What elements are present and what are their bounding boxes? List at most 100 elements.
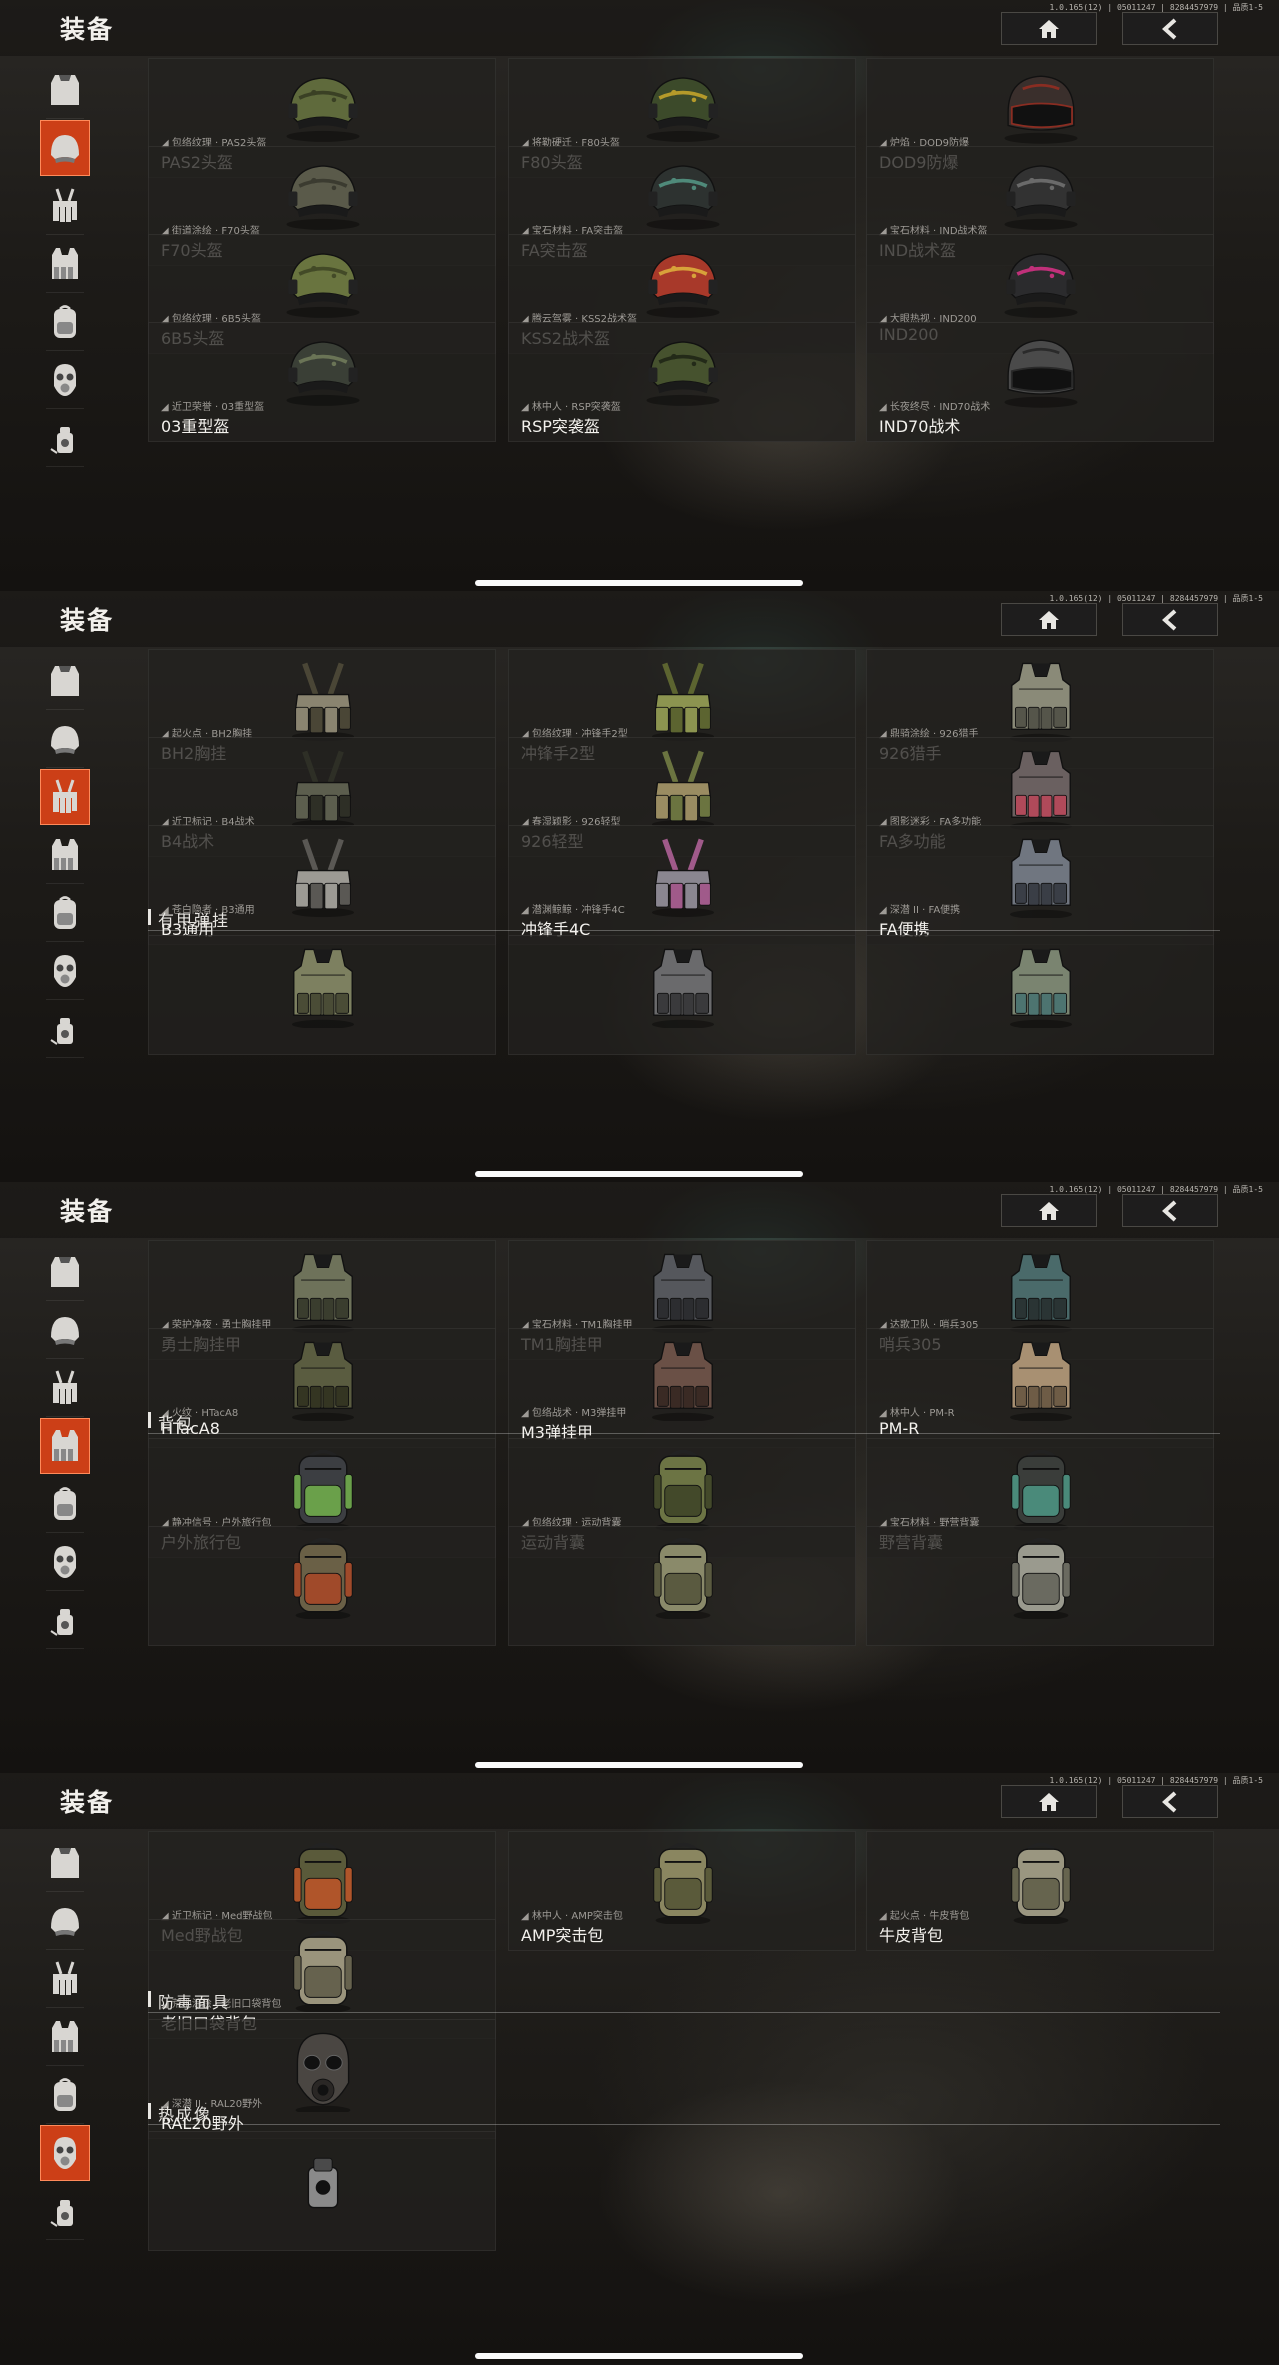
item-name: 牛皮背包 [879,1926,944,1945]
gas-mask-icon [45,1543,85,1581]
thermal-icon [45,1601,85,1639]
equipment-card[interactable] [508,1526,856,1646]
sidebar-item-gas-mask[interactable] [40,352,90,409]
back-button[interactable] [1122,603,1218,636]
screen-panel: 装备 1.0.165(12) | 05011247 | 8284457979 | … [0,0,1279,591]
section-title: 热成像 [158,2105,213,2124]
sidebar-item-thermal[interactable] [40,2183,90,2240]
home-button[interactable] [1001,12,1097,45]
sidebar-item-gas-mask[interactable] [40,1534,90,1591]
item-name: RSP突袭盔 [521,417,600,436]
sidebar-item-armored-rig[interactable] [40,827,90,884]
section-marker [148,1991,151,2007]
equipment-card[interactable] [148,2131,496,2251]
vest-icon [45,1253,85,1291]
home-icon [1038,610,1060,630]
sidebar-item-armored-rig[interactable] [40,1418,90,1474]
home-button[interactable] [1001,603,1097,636]
section-divider [148,2012,1220,2013]
gas-mask-icon [45,2134,85,2172]
section-marker [148,1412,151,1428]
sidebar-item-helmet[interactable] [40,1302,90,1359]
page-title: 装备 [60,1788,115,1817]
skin-label: ◢ 林中人 · AMP突击包 [521,1911,623,1922]
equipment-card[interactable]: ◢ 起火点 · 牛皮背包牛皮背包 [866,1831,1214,1951]
chevron-left-icon [1161,1791,1179,1813]
skin-label: ◢ 林中人 · RSP突袭盔 [521,402,621,413]
equipment-card[interactable]: ◢ 近卫荣誉 · 03重型盔 03重型盔 [148,322,496,442]
item-name: AMP突击包 [521,1926,604,1945]
sidebar-item-vest[interactable] [40,653,90,710]
home-indicator[interactable] [475,1171,803,1177]
equipment-card[interactable] [866,935,1214,1055]
sidebar-item-armored-rig[interactable] [40,2009,90,2066]
home-icon [1038,1201,1060,1221]
page-title: 装备 [60,606,115,635]
sidebar-item-vest[interactable] [40,1244,90,1301]
sidebar-item-backpack[interactable] [40,2067,90,2124]
sidebar-item-chest-rig[interactable] [40,1951,90,2008]
chest-rig-icon [45,187,85,225]
skin-label: ◢ 近卫荣誉 · 03重型盔 [161,402,265,413]
sidebar-item-gas-mask[interactable] [40,2125,90,2181]
back-button[interactable] [1122,1194,1218,1227]
home-button[interactable] [1001,1194,1097,1227]
section-title: 有甲弹挂 [158,911,231,930]
section-marker [148,909,151,925]
sidebar-item-backpack[interactable] [40,294,90,351]
section-title: 防毒面具 [158,1993,231,2012]
sidebar-item-chest-rig[interactable] [40,1360,90,1417]
header-bar: 装备 1.0.165(12) | 05011247 | 8284457979 | … [0,1182,1279,1238]
sidebar-item-vest[interactable] [40,62,90,119]
section-divider [148,930,1220,931]
vest-icon [45,662,85,700]
helmet-icon [45,1311,85,1349]
sidebar-item-chest-rig[interactable] [40,769,90,825]
skin-label: ◢ 起火点 · 牛皮背包 [879,1911,970,1922]
sidebar-item-helmet[interactable] [40,711,90,768]
item-name: IND70战术 [879,417,961,436]
equipment-card[interactable] [148,935,496,1055]
equipment-card[interactable]: ◢ 林中人 · RSP突袭盔 RSP突袭盔 [508,322,856,442]
gas-mask-icon [45,952,85,990]
sidebar-item-backpack[interactable] [40,1476,90,1533]
home-icon [1038,1792,1060,1812]
sidebar-item-backpack[interactable] [40,885,90,942]
equipment-card[interactable]: ◢ 长夜终尽 · IND70战术 IND70战术 [866,322,1214,442]
sidebar-item-helmet[interactable] [40,120,90,176]
equipment-card[interactable] [508,935,856,1055]
section-header: 防毒面具 [148,1987,1220,2013]
sidebar-item-armored-rig[interactable] [40,236,90,293]
home-indicator[interactable] [475,580,803,586]
sidebar-item-helmet[interactable] [40,1893,90,1950]
equipment-card[interactable] [866,1526,1214,1646]
sidebar-item-thermal[interactable] [40,410,90,467]
back-button[interactable] [1122,1785,1218,1818]
item-name: 03重型盔 [161,417,230,436]
equipment-card[interactable] [148,1526,496,1646]
pack-item-icon [277,1535,369,1619]
backpack-icon [45,303,85,341]
section-marker [148,2103,151,2119]
chevron-left-icon [1161,609,1179,631]
category-sidebar [40,1244,90,1650]
home-button[interactable] [1001,1785,1097,1818]
plate-item-icon [995,944,1087,1028]
back-button[interactable] [1122,12,1218,45]
section-divider [148,1433,1220,1434]
pack-item-icon [637,1535,729,1619]
skin-label: ◢ 长夜终尽 · IND70战术 [879,402,991,413]
armored-rig-icon [45,836,85,874]
sidebar-item-vest[interactable] [40,1835,90,1892]
equipment-card[interactable]: ◢ 林中人 · AMP突击包 AMP突击包 [508,1831,856,1951]
sidebar-item-chest-rig[interactable] [40,178,90,235]
home-indicator[interactable] [475,1762,803,1768]
helmet-icon [45,129,85,167]
sidebar-item-gas-mask[interactable] [40,943,90,1000]
sidebar-item-thermal[interactable] [40,1001,90,1058]
category-sidebar [40,62,90,468]
home-indicator[interactable] [475,2353,803,2359]
sidebar-item-thermal[interactable] [40,1592,90,1649]
category-sidebar [40,1835,90,2241]
chest-rig-icon [45,778,85,816]
